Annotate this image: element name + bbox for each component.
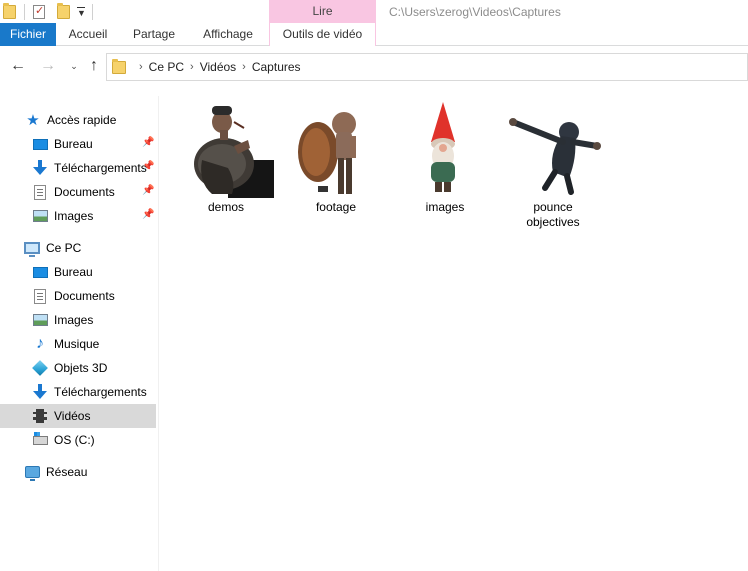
tab-affichage[interactable]: Affichage [188, 23, 268, 46]
breadcrumb-captures[interactable]: Captures [252, 60, 301, 74]
sidebar-item-label: Documents [54, 185, 115, 199]
sidebar-item-telechargements-quick[interactable]: Téléchargements 📌 [0, 156, 156, 180]
sidebar-item-label: Objets 3D [54, 361, 108, 375]
survivor-lying-thumbnail [178, 100, 274, 198]
up-arrow-icon[interactable]: ↑ [86, 58, 102, 74]
sidebar-item-label: Ce PC [46, 241, 82, 255]
file-list: demos footage images pounce objectives [160, 96, 748, 571]
sidebar-item-telechargements[interactable]: Téléchargements [0, 380, 156, 404]
sidebar-item-images[interactable]: Images [0, 308, 156, 332]
videos-icon [32, 408, 48, 424]
download-icon [32, 384, 48, 400]
toolbar-separator [24, 4, 25, 20]
images-icon [32, 208, 48, 224]
context-tab-group-label: Lire [269, 0, 376, 23]
sidebar-item-label: Réseau [46, 465, 88, 479]
sidebar-item-label: Documents [54, 289, 115, 303]
sidebar-item-label: Vidéos [54, 409, 91, 423]
folder-name: pounce objectives [526, 200, 580, 229]
back-arrow-icon[interactable]: ← [10, 58, 26, 74]
pin-icon[interactable]: 📌 [142, 185, 154, 197]
ribbon-tabs: Fichier Accueil Partage Affichage Outils… [0, 23, 748, 46]
star-icon: ★ [26, 111, 40, 129]
documents-icon [32, 288, 48, 304]
title-bar: ▼ Lire C:\Users\zerog\Videos\Captures [0, 0, 748, 23]
address-bar[interactable]: › Ce PC › Vidéos › Captures [106, 53, 748, 81]
sidebar-item-label: Bureau [54, 265, 93, 279]
pin-icon[interactable]: 📌 [142, 161, 154, 173]
download-icon [32, 160, 48, 176]
gnome-thumbnail [397, 100, 493, 198]
images-icon [32, 312, 48, 328]
sidebar-item-bureau-quick[interactable]: Bureau 📌 [0, 132, 156, 156]
navigation-pane: ★ Accès rapide Bureau 📌 Téléchargements … [0, 96, 159, 571]
breadcrumb-chevron-icon[interactable]: › [190, 61, 194, 73]
sidebar-item-bureau[interactable]: Bureau [0, 260, 156, 284]
sidebar-item-images-quick[interactable]: Images 📌 [0, 204, 156, 228]
desktop-icon [32, 264, 48, 280]
toolbar-separator [92, 4, 93, 20]
music-icon: ♪ [36, 335, 44, 352]
sidebar-item-label: Images [54, 313, 94, 327]
folder-icon [112, 58, 126, 74]
sidebar-item-acces-rapide[interactable]: ★ Accès rapide [0, 108, 156, 132]
folder-name: images [425, 200, 465, 214]
pin-icon[interactable]: 📌 [142, 209, 154, 221]
folder-name: demos [207, 200, 245, 214]
customize-dropdown-icon[interactable]: ▼ [77, 3, 86, 21]
breadcrumb-ce-pc[interactable]: Ce PC [149, 60, 184, 74]
folder-name: footage [315, 200, 357, 214]
window-title: C:\Users\zerog\Videos\Captures [389, 5, 561, 19]
drive-icon [32, 431, 48, 448]
recent-locations-chevron-icon[interactable]: ⌄ [66, 58, 82, 74]
tab-partage[interactable]: Partage [120, 23, 188, 46]
sidebar-item-objets-3d[interactable]: Objets 3D [0, 356, 156, 380]
documents-icon [32, 184, 48, 200]
computer-icon [24, 240, 40, 257]
sidebar-item-label: Téléchargements [54, 161, 147, 175]
folder-item-images[interactable]: images [397, 100, 493, 215]
sidebar-item-musique[interactable]: ♪ Musique [0, 332, 156, 356]
tab-outils-de-video[interactable]: Outils de vidéo [269, 23, 376, 46]
tab-accueil[interactable]: Accueil [56, 23, 120, 46]
sidebar-item-label: OS (C:) [54, 433, 95, 447]
pin-icon[interactable]: 📌 [142, 137, 154, 149]
sidebar-item-label: Bureau [54, 137, 93, 151]
sidebar-item-label: Accès rapide [47, 113, 117, 127]
sidebar-item-label: Téléchargements [54, 385, 147, 399]
sidebar-item-videos[interactable]: Vidéos [0, 404, 156, 428]
3d-objects-icon [32, 360, 48, 376]
charger-thumbnail [288, 100, 384, 198]
sidebar-item-label: Images [54, 209, 94, 223]
properties-icon[interactable] [33, 3, 45, 21]
breadcrumb-videos[interactable]: Vidéos [200, 60, 236, 74]
folder-item-pounce-objectives[interactable]: pounce objectives [505, 100, 601, 230]
sidebar-item-documents[interactable]: Documents [0, 284, 156, 308]
sidebar-item-ce-pc[interactable]: Ce PC [0, 236, 156, 260]
breadcrumb-chevron-icon[interactable]: › [242, 61, 246, 73]
sidebar-item-label: Musique [54, 337, 100, 351]
sidebar-item-documents-quick[interactable]: Documents 📌 [0, 180, 156, 204]
folder-icon[interactable] [3, 3, 16, 21]
folder-item-demos[interactable]: demos [178, 100, 274, 215]
tab-fichier[interactable]: Fichier [0, 23, 56, 46]
new-folder-icon[interactable] [57, 3, 70, 21]
desktop-icon [32, 136, 48, 152]
folder-item-footage[interactable]: footage [288, 100, 384, 215]
forward-arrow-icon[interactable]: → [40, 58, 56, 74]
sidebar-item-reseau[interactable]: Réseau [0, 460, 156, 484]
breadcrumb-chevron-icon[interactable]: › [139, 61, 143, 73]
navigation-bar: ← → ⌄ ↑ › Ce PC › Vidéos › Captures [0, 46, 748, 88]
network-icon [24, 464, 40, 481]
sidebar-item-os-c[interactable]: OS (C:) [0, 428, 156, 452]
hunter-thumbnail [505, 100, 601, 198]
